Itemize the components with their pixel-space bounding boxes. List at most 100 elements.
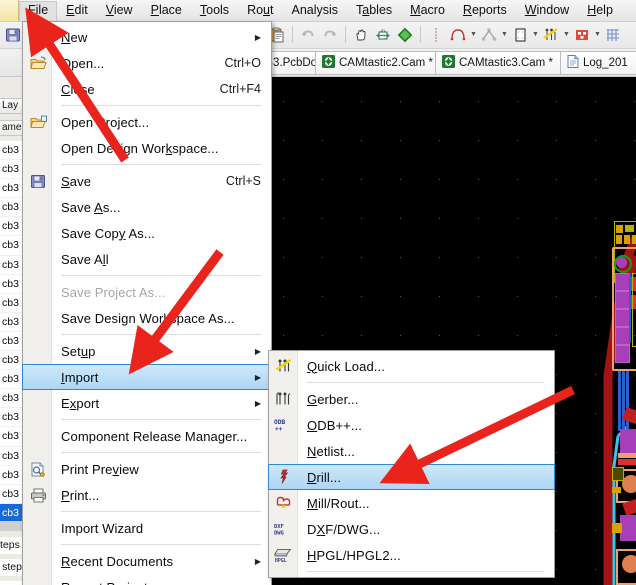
panel-footer-item-3[interactable]: cam <box>0 581 22 585</box>
layer-list-item[interactable]: cb3 <box>0 313 22 332</box>
layer-list-item[interactable]: cb3 <box>0 389 22 408</box>
menu-separator <box>61 334 261 335</box>
panel-divider <box>0 521 22 531</box>
menu-item-quick-load[interactable]: Quick Load... <box>269 353 554 379</box>
menu-item-print-preview[interactable]: Print Preview <box>23 456 271 482</box>
menu-item-save-copy-as[interactable]: Save Copy As... <box>23 220 271 246</box>
grid-icon[interactable] <box>602 24 624 46</box>
menu-item-netlist[interactable]: Netlist... <box>269 438 554 464</box>
layer-list-item[interactable]: cb3 <box>0 447 22 466</box>
undo-icon[interactable] <box>297 24 319 46</box>
document-tab[interactable]: CAMtastic3.Cam * <box>435 51 565 75</box>
layer-list-item[interactable]: cb3 <box>0 141 22 160</box>
menu-analysis[interactable]: Analysis <box>282 1 347 21</box>
menu-view[interactable]: View <box>97 1 142 21</box>
arc-tool-icon[interactable] <box>447 24 469 46</box>
menu-item-odb[interactable]: ODB++ODB++... <box>269 412 554 438</box>
drill-icon <box>274 468 294 486</box>
menu-item-drill[interactable]: Drill... <box>268 464 555 490</box>
layer-list-item[interactable]: cb3 <box>0 217 22 236</box>
layer-list-item[interactable]: cb3 <box>0 466 22 485</box>
menu-item-dxf-dwg[interactable]: DXFDWGDXF/DWG... <box>269 516 554 542</box>
menu-item-recent-documents[interactable]: Recent Documents▶ <box>23 548 271 574</box>
layer-list-item[interactable]: cb3 <box>0 332 22 351</box>
menu-item-component-release-manager[interactable]: Component Release Manager... <box>23 423 271 449</box>
menu-item-label: Save Copy As... <box>61 226 155 241</box>
chevron-down-icon[interactable]: ▼ <box>531 31 540 38</box>
chevron-down-icon[interactable]: ▼ <box>469 31 478 38</box>
import-submenu-popup[interactable]: Quick Load... Gerber...ODB++ODB++...Netli… <box>268 350 555 578</box>
document-tab[interactable]: Log_201 <box>560 51 636 75</box>
save-icon[interactable] <box>2 24 24 46</box>
menu-item-open-design-workspace[interactable]: Open Design Workspace... <box>23 135 271 161</box>
menu-item-open[interactable]: Open...Ctrl+O <box>23 50 271 76</box>
menu-item-close[interactable]: CloseCtrl+F4 <box>23 76 271 102</box>
menu-help[interactable]: Help <box>578 1 622 21</box>
redo-icon[interactable] <box>319 24 341 46</box>
menu-item-save[interactable]: SaveCtrl+S <box>23 168 271 194</box>
menu-tables[interactable]: Tables <box>347 1 401 21</box>
menu-separator <box>61 275 261 276</box>
layer-list-item[interactable]: cb3 <box>0 198 22 217</box>
document-tab[interactable]: CAMtastic2.Cam * <box>315 51 445 75</box>
menu-item-save-all[interactable]: Save All <box>23 246 271 272</box>
svg-text:DWG: DWG <box>274 530 284 536</box>
layer-list-item[interactable]: cb3 <box>0 504 22 523</box>
panel-column-header[interactable]: ame <box>0 120 23 136</box>
layer-list-item[interactable]: cb3 <box>0 370 22 389</box>
drc-icon[interactable] <box>571 24 593 46</box>
odb-icon: ODB++ <box>274 416 294 434</box>
menu-edit[interactable]: Edit <box>57 1 97 21</box>
layer-list-item[interactable]: cb3 <box>0 256 22 275</box>
layer-list-item[interactable]: cb3 <box>0 294 22 313</box>
board-icon[interactable] <box>394 24 416 46</box>
pan-hand-icon[interactable] <box>350 24 372 46</box>
menu-reports[interactable]: Reports <box>454 1 516 21</box>
layer-list-item[interactable]: cb3 <box>0 427 22 446</box>
menu-item-new[interactable]: New▶ <box>23 24 271 50</box>
layer-list-item[interactable]: cb3 <box>0 179 22 198</box>
menu-item-hpgl-hpgl2[interactable]: HPGLHPGL/HPGL2... <box>269 542 554 568</box>
layer-list-item[interactable]: cb3 <box>0 408 22 427</box>
menu-item-print[interactable]: Print... <box>23 482 271 508</box>
panel-footer-item-2[interactable]: step <box>0 559 22 576</box>
layer-list-item[interactable]: cb3 <box>0 275 22 294</box>
chevron-down-icon[interactable]: ▼ <box>500 31 509 38</box>
menu-item-gerber[interactable]: Gerber... <box>269 386 554 412</box>
chevron-down-icon[interactable]: ▼ <box>562 31 571 38</box>
menu-item-import-wizard[interactable]: Import Wizard <box>23 515 271 541</box>
layer-list-item[interactable]: cb3 <box>0 160 22 179</box>
layer-list-item[interactable]: cb3 <box>0 351 22 370</box>
menu-item-import[interactable]: Import▶ <box>22 364 272 390</box>
svg-text:HPGL: HPGL <box>275 558 287 563</box>
measure-icon[interactable]: ID <box>372 24 394 46</box>
net-tool-icon[interactable] <box>478 24 500 46</box>
menu-item-label: Save Project As... <box>61 285 165 300</box>
menu-tools[interactable]: Tools <box>191 1 238 21</box>
file-menu-popup[interactable]: New▶Open...Ctrl+OCloseCtrl+F4 Open Projec… <box>22 21 272 585</box>
layer-list-item[interactable]: cb3 <box>0 485 22 504</box>
chevron-down-icon[interactable]: ▼ <box>593 31 602 38</box>
menu-separator <box>307 571 544 572</box>
panel-footer-item-1[interactable]: teps <box>0 537 22 554</box>
menu-file[interactable]: File <box>19 1 57 21</box>
menu-item-save-as[interactable]: Save As... <box>23 194 271 220</box>
layer-list-item[interactable]: cb3 <box>0 236 22 255</box>
menu-window[interactable]: Window <box>516 1 578 21</box>
menu-item-open-project[interactable]: Open Project... <box>23 109 271 135</box>
menu-item-recent-projects[interactable]: Recent Projects▶ <box>23 574 271 585</box>
menu-item-setup[interactable]: Setup▶ <box>23 338 271 364</box>
quick-load-icon[interactable] <box>540 24 562 46</box>
layer-list[interactable]: cb3cb3cb3cb3cb3cb3cb3cb3cb3cb3cb3cb3cb3c… <box>0 141 22 523</box>
menu-item-export[interactable]: Export▶ <box>23 390 271 416</box>
menu-item-save-design-workspace-as[interactable]: Save Design Workspace As... <box>23 305 271 331</box>
svg-text:ODB: ODB <box>274 419 285 426</box>
pad-tool-icon[interactable] <box>509 24 531 46</box>
menu-place[interactable]: Place <box>142 1 191 21</box>
menu-item-mill-rout[interactable]: Mill/Rout... <box>269 490 554 516</box>
menu-macro[interactable]: Macro <box>401 1 454 21</box>
menubar-left-stub <box>0 0 19 21</box>
menu-rout[interactable]: Rout <box>238 1 282 21</box>
left-docked-panel[interactable]: litor Lay ame cb3cb3cb3cb3cb3cb3cb3cb3cb… <box>0 48 23 585</box>
application-window: litor Lay ame cb3cb3cb3cb3cb3cb3cb3cb3cb… <box>0 0 636 585</box>
